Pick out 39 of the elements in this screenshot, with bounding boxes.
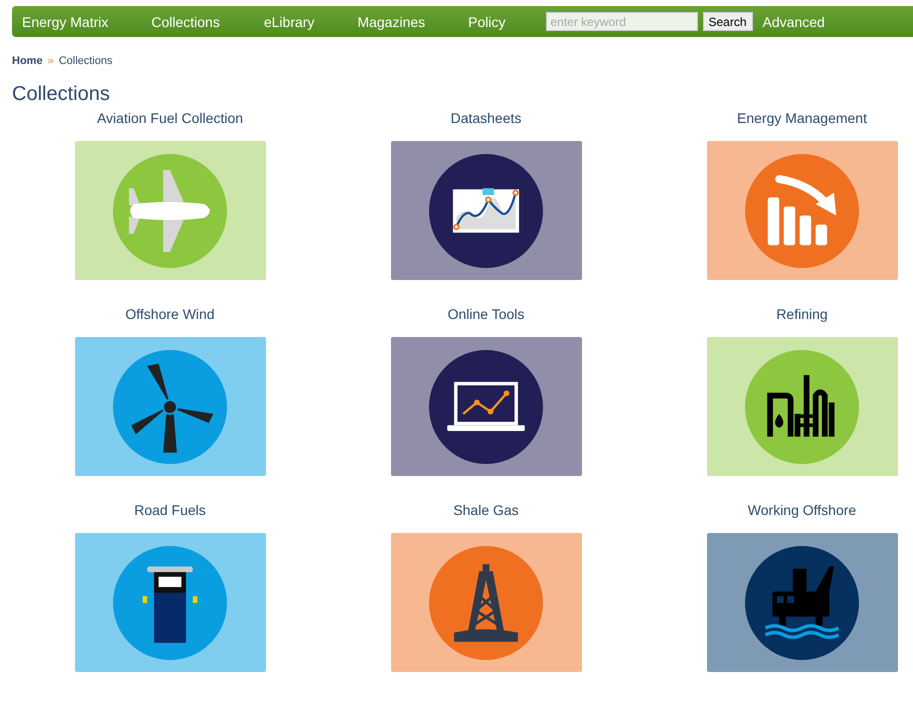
airplane-icon — [113, 154, 227, 268]
page-heading: Collections — [12, 83, 111, 106]
collection-link[interactable]: Shale Gas — [453, 502, 519, 518]
collection-link[interactable]: Refining — [776, 306, 828, 322]
fuel-pump-icon — [113, 546, 227, 660]
search-button[interactable]: Search — [702, 12, 753, 31]
search-field[interactable]: enter keyword — [546, 12, 698, 31]
collection-link[interactable]: Offshore Wind — [125, 306, 215, 322]
collection-link[interactable]: Energy Management — [737, 110, 867, 126]
collection-link[interactable]: Working Offshore — [748, 502, 856, 518]
nav-link[interactable]: eLibrary — [264, 14, 314, 30]
collection-link[interactable]: Online Tools — [448, 306, 524, 322]
drilling-tower-icon — [429, 546, 543, 660]
offshore-platform-icon — [745, 546, 859, 660]
declining-bars-icon — [745, 154, 859, 268]
nav-link[interactable]: Policy — [468, 14, 506, 30]
laptop-chart-icon — [429, 350, 543, 464]
wind-turbine-icon — [113, 350, 227, 464]
collection-tile[interactable] — [390, 533, 582, 672]
collection-tile[interactable] — [706, 533, 898, 672]
brand-link[interactable]: Energy Matrix — [22, 14, 108, 30]
collection-tile[interactable] — [74, 533, 266, 672]
collection-tile[interactable] — [74, 337, 266, 476]
home-link[interactable]: Home — [12, 55, 43, 67]
collection-link[interactable]: Datasheets — [450, 110, 522, 126]
nav-link[interactable]: Collections — [151, 14, 220, 30]
advanced-link[interactable]: Advanced — [762, 14, 825, 30]
line-chart-icon — [429, 154, 543, 268]
collection-link[interactable]: Road Fuels — [134, 502, 206, 518]
collection-tile[interactable] — [390, 141, 582, 280]
breadcrumb-current: Collections — [58, 55, 112, 67]
collection-tile[interactable] — [706, 337, 898, 476]
nav-link[interactable]: Magazines — [357, 14, 426, 30]
collection-tile[interactable] — [390, 337, 582, 476]
refinery-icon — [745, 350, 859, 464]
breadcrumb-separator: » — [48, 55, 54, 67]
collection-tile[interactable] — [706, 141, 898, 280]
collection-tile[interactable] — [74, 141, 266, 280]
collection-link[interactable]: Aviation Fuel Collection — [96, 110, 244, 126]
